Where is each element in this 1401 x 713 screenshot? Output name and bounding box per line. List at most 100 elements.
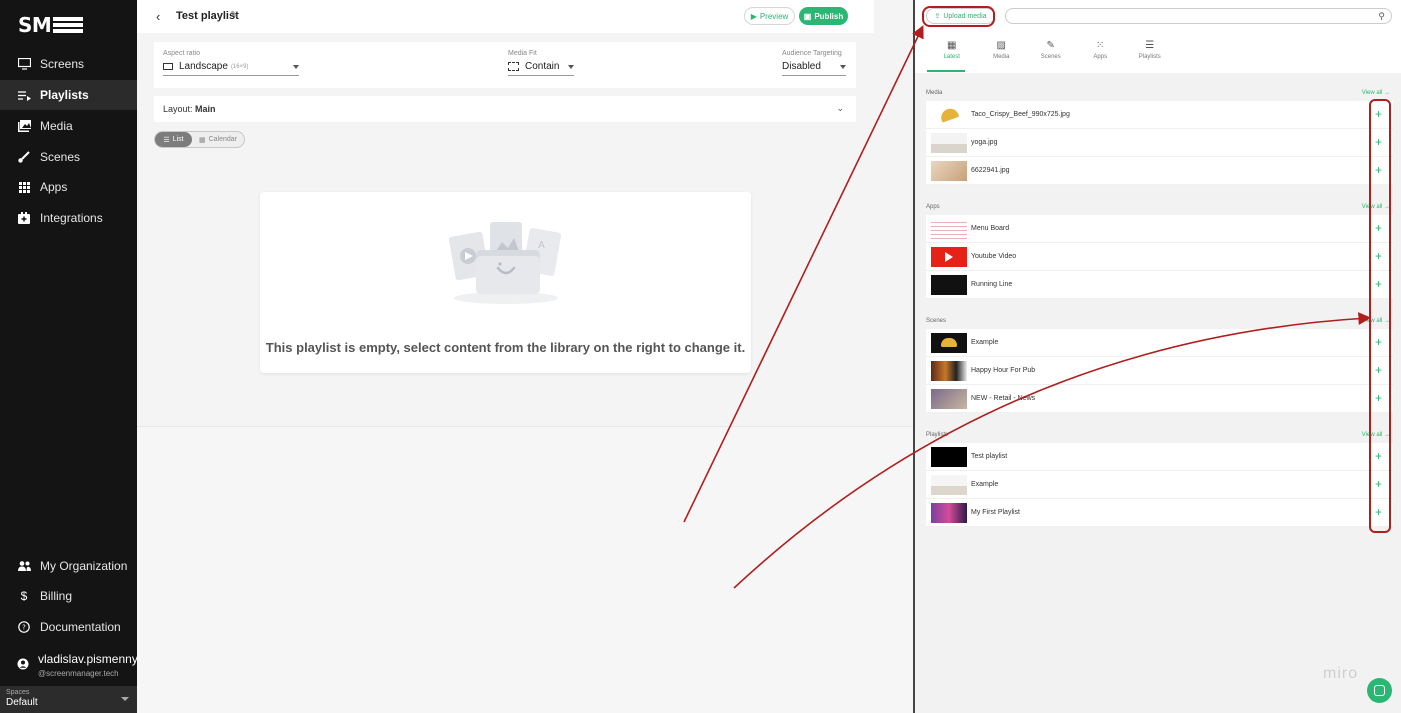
section-title-media: Media	[926, 90, 943, 96]
add-buttons-highlight-annotation	[1369, 99, 1391, 533]
search-input[interactable]: ⚲	[1005, 8, 1392, 24]
list-item[interactable]: NEW - Retail - News +	[926, 385, 1393, 413]
chevron-down-icon	[840, 64, 846, 69]
dollar-icon: $	[20, 589, 28, 603]
sidebar-item-organization[interactable]: My Organization	[0, 551, 137, 581]
list-item[interactable]: Running Line +	[926, 271, 1393, 299]
monitor-icon	[17, 57, 31, 71]
playlist-header: ‹ Test playlist ✎ ▶ Preview ▣ Publish	[137, 0, 874, 33]
brush-icon	[17, 150, 31, 164]
media-fit-select[interactable]: Media Fit Contain	[508, 50, 574, 76]
list-item[interactable]: 6622941.jpg +	[926, 157, 1393, 185]
sidebar-item-label: Integrations	[40, 211, 103, 225]
list-item[interactable]: Example +	[926, 471, 1393, 499]
tab-scenes[interactable]: ✎ Scenes	[1026, 40, 1076, 60]
back-arrow-icon[interactable]: ‹	[156, 9, 160, 24]
section-title-scenes: Scenes	[926, 318, 947, 324]
miro-watermark: miro	[1323, 665, 1359, 682]
upload-highlight-annotation	[922, 6, 995, 27]
list-item[interactable]: yoga.jpg +	[926, 129, 1393, 157]
list-item[interactable]: Youtube Video +	[926, 243, 1393, 271]
main-canvas-lower	[137, 426, 913, 713]
playlists-list: Test playlist + Example + My First Playl…	[926, 443, 1393, 527]
apps-grid-icon	[17, 180, 31, 194]
playlist-settings: Aspect ratio Landscape (16×9) Media Fit …	[154, 42, 856, 88]
item-thumbnail	[931, 388, 967, 409]
view-all-media-link[interactable]: View all →	[1362, 90, 1390, 96]
publish-button[interactable]: ▣ Publish	[799, 7, 848, 25]
sidebar: SM Screens Playlists Media Scenes Apps I…	[0, 0, 141, 713]
list-item[interactable]: Menu Board +	[926, 215, 1393, 243]
tab-apps[interactable]: ⁙ Apps	[1076, 40, 1126, 60]
user-name: vladislav.pismennyj	[38, 652, 141, 666]
spaces-selector[interactable]: Spaces Default	[0, 686, 137, 713]
library-tabs: ▦ Latest ▨ Media ✎ Scenes ⁙ Apps ☰ Playl…	[927, 40, 1175, 60]
playlist-icon	[17, 88, 31, 102]
spaces-label: Spaces	[6, 689, 30, 696]
media-list: Taco_Crispy_Beef_990x725.jpg + yoga.jpg …	[926, 101, 1393, 185]
calendar-view-button[interactable]: ▦ Calendar	[192, 132, 244, 147]
fit-icon	[508, 62, 519, 71]
scenes-list: Example + Happy Hour For Pub + NEW - Ret…	[926, 329, 1393, 413]
sidebar-item-label: Billing	[40, 589, 73, 603]
list-item[interactable]: Taco_Crispy_Beef_990x725.jpg +	[926, 101, 1393, 129]
search-icon: ⚲	[1378, 11, 1385, 21]
images-icon: ▨	[996, 40, 1006, 51]
sidebar-item-billing[interactable]: $ Billing	[0, 581, 137, 611]
brush-icon: ✎	[1046, 40, 1055, 51]
sidebar-item-documentation[interactable]: ? Documentation	[0, 612, 137, 642]
item-thumbnail	[931, 474, 967, 495]
aspect-ratio-select[interactable]: Aspect ratio Landscape (16×9)	[163, 50, 299, 76]
tab-latest[interactable]: ▦ Latest	[927, 40, 977, 60]
sidebar-item-scenes[interactable]: Scenes	[0, 142, 137, 172]
tab-playlists[interactable]: ☰ Playlists	[1125, 40, 1175, 60]
item-thumbnail	[931, 218, 967, 239]
chevron-down-icon	[293, 64, 299, 69]
account-circle-icon	[17, 657, 29, 678]
spaces-value: Default	[6, 697, 38, 708]
layout-accordion[interactable]: Layout: Main ⌄	[154, 96, 856, 122]
item-thumbnail	[931, 332, 967, 353]
section-title-apps: Apps	[926, 204, 940, 210]
list-item[interactable]: Happy Hour For Pub +	[926, 357, 1393, 385]
section-title-playlists: Playlists	[926, 432, 949, 438]
audience-targeting-select[interactable]: Audience Targeting Disabled	[782, 50, 846, 76]
playlist-icon: ☰	[1145, 40, 1155, 51]
chevron-down-icon	[568, 64, 574, 69]
item-thumbnail	[931, 360, 967, 381]
dashboard-icon: ▦	[947, 40, 957, 51]
images-icon	[17, 119, 31, 133]
apps-grid-icon: ⁙	[1096, 40, 1105, 51]
sidebar-item-label: My Organization	[40, 559, 128, 573]
list-item[interactable]: Test playlist +	[926, 443, 1393, 471]
sidebar-item-integrations[interactable]: Integrations	[0, 203, 137, 233]
layout-name: Main	[195, 104, 216, 114]
item-thumbnail	[931, 132, 967, 153]
tab-media[interactable]: ▨ Media	[977, 40, 1027, 60]
sidebar-item-playlists[interactable]: Playlists	[0, 80, 137, 110]
sidebar-item-media[interactable]: Media	[0, 111, 137, 141]
sidebar-item-label: Documentation	[40, 620, 121, 634]
chat-button[interactable]	[1367, 678, 1392, 703]
sidebar-item-label: Scenes	[40, 150, 81, 164]
item-thumbnail	[931, 446, 967, 467]
publish-icon: ▣	[803, 11, 812, 21]
play-icon: ▶	[750, 11, 757, 21]
list-item[interactable]: Example +	[926, 329, 1393, 357]
preview-button[interactable]: ▶ Preview	[744, 7, 795, 25]
list-item[interactable]: My First Playlist +	[926, 499, 1393, 527]
sidebar-item-apps[interactable]: Apps	[0, 172, 137, 202]
empty-message: This playlist is empty, select content f…	[265, 340, 746, 355]
list-view-button[interactable]: ☰ List	[155, 132, 192, 147]
landscape-icon	[163, 63, 173, 70]
pencil-icon[interactable]: ✎	[230, 10, 238, 21]
integrations-icon	[17, 211, 31, 225]
sidebar-item-label: Apps	[40, 180, 68, 194]
sidebar-item-screens[interactable]: Screens	[0, 49, 137, 79]
empty-playlist-card: A This playlist is empty, select content…	[260, 192, 751, 373]
svg-text:?: ?	[22, 624, 26, 632]
people-icon	[17, 559, 31, 573]
item-thumbnail	[931, 246, 967, 267]
user-profile[interactable]: vladislav.pismennyj @screenmanager.tech	[17, 652, 141, 678]
app-logo[interactable]: SM	[18, 13, 84, 37]
